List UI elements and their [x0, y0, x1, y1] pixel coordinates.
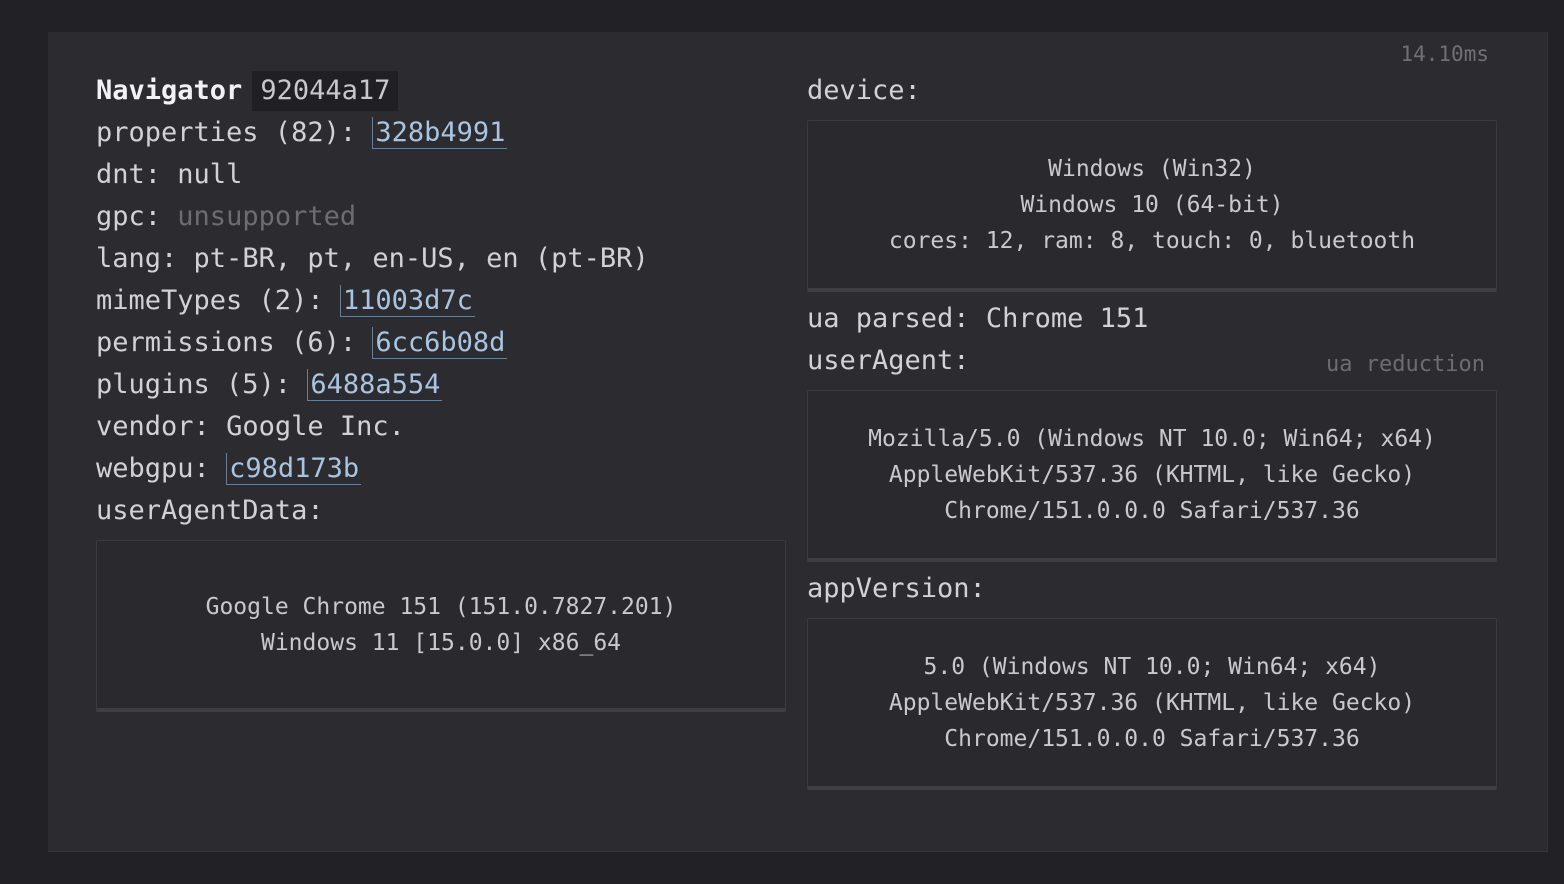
gpc-value: unsupported	[177, 201, 357, 232]
plugins-hash-link[interactable]: 6488a554	[307, 369, 443, 401]
webgpu-row: webgpu: c98d173b	[96, 448, 786, 490]
appversion-line: 5.0 (Windows NT 10.0; Win64; x64)	[923, 653, 1381, 680]
mimetypes-row: mimeTypes (2): 11003d7c	[96, 280, 786, 322]
permissions-row: permissions (6): 6cc6b08d	[96, 322, 786, 364]
permissions-hash-link[interactable]: 6cc6b08d	[372, 327, 508, 359]
ua-parsed-label: ua parsed:	[807, 303, 970, 334]
lang-row: lang: pt-BR, pt, en-US, en (pt-BR)	[96, 238, 786, 280]
lang-value: pt-BR, pt, en-US, en (pt-BR)	[193, 243, 649, 274]
device-box: Windows (Win32) Windows 10 (64-bit) core…	[807, 120, 1497, 292]
webgpu-hash-link[interactable]: c98d173b	[226, 453, 362, 485]
appversion-label: appVersion:	[807, 573, 986, 604]
device-line: Windows (Win32)	[1048, 155, 1256, 182]
useragentdata-box: Google Chrome 151 (151.0.7827.201) Windo…	[96, 540, 786, 712]
useragent-box: Mozilla/5.0 (Windows NT 10.0; Win64; x64…	[807, 390, 1497, 562]
appversion-line: Chrome/151.0.0.0 Safari/537.36	[944, 725, 1360, 752]
navigator-hash-badge: 92044a17	[252, 71, 399, 111]
properties-hash-link[interactable]: 328b4991	[372, 117, 508, 149]
mimetypes-hash-link[interactable]: 11003d7c	[339, 285, 475, 317]
vendor-label: vendor:	[96, 411, 210, 442]
properties-label: properties (82):	[96, 117, 357, 148]
appversion-line: AppleWebKit/537.36 (KHTML, like Gecko)	[888, 689, 1416, 716]
perf-timing: 14.10ms	[1400, 42, 1489, 66]
navigator-panel: 14.10ms Navigator 92044a17 properties (82…	[48, 32, 1548, 852]
lang-label: lang:	[96, 243, 178, 274]
dnt-label: dnt:	[96, 159, 162, 190]
device-line: cores: 12, ram: 8, touch: 0, bluetooth	[888, 227, 1416, 254]
appversion-row: appVersion:	[807, 568, 1497, 610]
useragent-line: Chrome/151.0.0.0 Safari/537.36	[944, 497, 1360, 524]
gpc-label: gpc:	[96, 201, 162, 232]
ua-parsed-value: Chrome 151	[985, 303, 1149, 334]
mimetypes-label: mimeTypes (2):	[96, 285, 324, 316]
useragentdata-row: userAgentData:	[96, 490, 786, 532]
navigator-header: Navigator 92044a17	[96, 70, 786, 112]
dnt-value: null	[177, 159, 243, 190]
vendor-row: vendor: Google Inc.	[96, 406, 786, 448]
webgpu-label: webgpu:	[96, 453, 210, 484]
section-title: Navigator	[96, 75, 243, 106]
useragent-label: userAgent:	[807, 345, 970, 376]
useragent-row: userAgent: ua reduction	[807, 340, 1497, 382]
device-label: device:	[807, 75, 921, 106]
plugins-label: plugins (5):	[96, 369, 292, 400]
device-row: device:	[807, 70, 1497, 112]
ua-reduction-note: ua reduction	[1326, 352, 1485, 377]
navigator-right-column: device: Windows (Win32) Windows 10 (64-b…	[807, 70, 1497, 796]
vendor-value: Google Inc.	[226, 411, 405, 442]
appversion-box: 5.0 (Windows NT 10.0; Win64; x64) AppleW…	[807, 618, 1497, 790]
device-line: Windows 10 (64-bit)	[1020, 191, 1284, 218]
useragentdata-line: Windows 11 [15.0.0] x86_64	[260, 629, 622, 656]
useragentdata-line: Google Chrome 151 (151.0.7827.201)	[205, 593, 677, 620]
properties-row: properties (82): 328b4991	[96, 112, 786, 154]
ua-parsed-row: ua parsed: Chrome 151	[807, 298, 1497, 340]
useragent-line: AppleWebKit/537.36 (KHTML, like Gecko)	[888, 461, 1416, 488]
useragent-line: Mozilla/5.0 (Windows NT 10.0; Win64; x64…	[868, 425, 1436, 452]
plugins-row: plugins (5): 6488a554	[96, 364, 786, 406]
permissions-label: permissions (6):	[96, 327, 357, 358]
navigator-left-column: Navigator 92044a17 properties (82): 328b4…	[96, 70, 786, 712]
dnt-row: dnt: null	[96, 154, 786, 196]
useragentdata-label: userAgentData:	[96, 495, 324, 526]
gpc-row: gpc: unsupported	[96, 196, 786, 238]
